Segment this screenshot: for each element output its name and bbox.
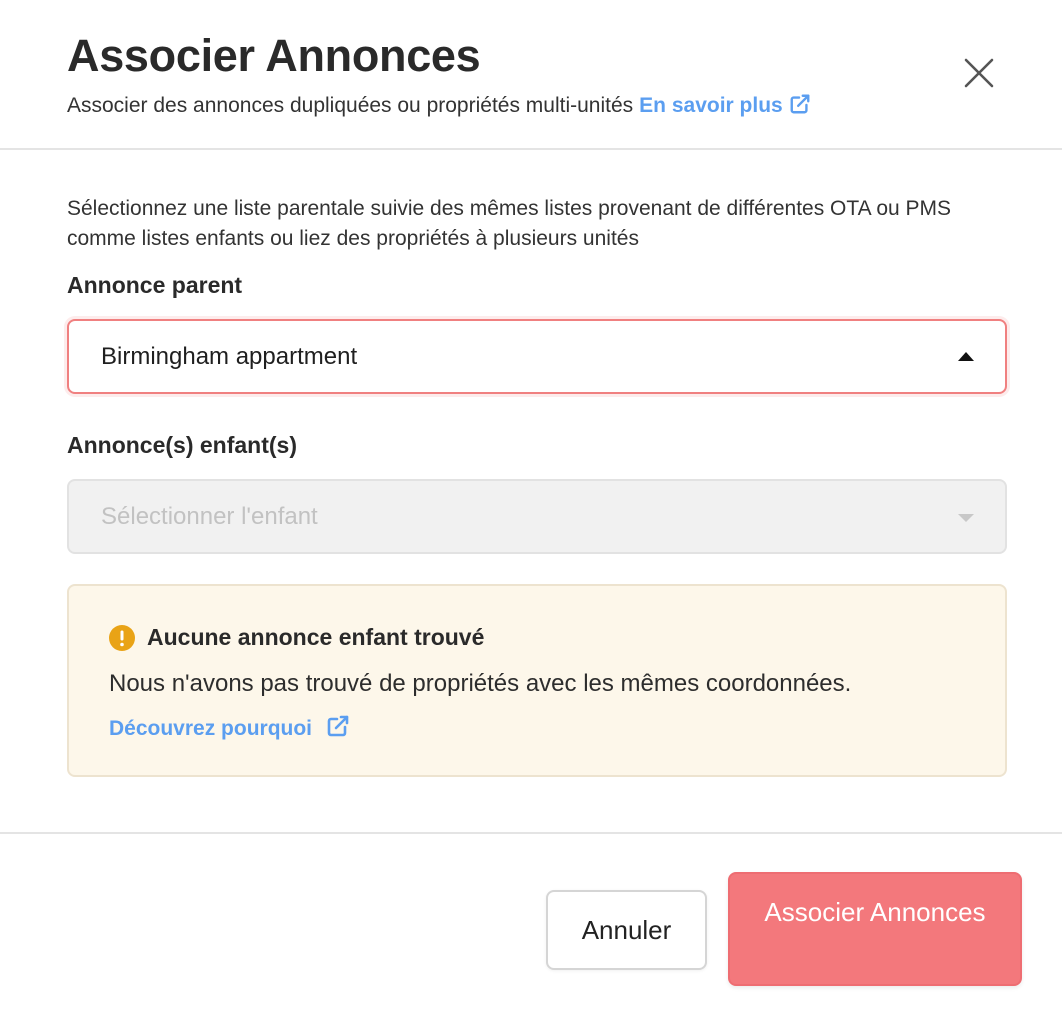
- parent-listing-value: Birmingham appartment: [101, 342, 358, 370]
- footer-divider: [0, 832, 1062, 834]
- modal-title: Associer Annonces: [67, 30, 481, 81]
- modal-header: Associer Annonces Associer des annonces …: [0, 0, 1062, 150]
- external-link-icon: [790, 94, 810, 114]
- associate-listings-button[interactable]: Associer Annonces: [728, 872, 1022, 986]
- close-button[interactable]: [960, 54, 998, 92]
- modal-subtitle: Associer des annonces dupliquées ou prop…: [67, 93, 811, 118]
- parent-listing-label: Annonce parent: [67, 272, 243, 298]
- close-icon: [964, 58, 994, 88]
- caret-down-icon: [958, 513, 974, 522]
- external-link-icon: [327, 715, 349, 737]
- no-child-alert: Aucune annonce enfant trouvé Nous n'avon…: [67, 584, 1007, 777]
- discover-why-link[interactable]: Découvrez pourquoi: [109, 714, 350, 741]
- associate-listings-modal: Associer Annonces Associer des annonces …: [0, 0, 1062, 1014]
- parent-listing-select[interactable]: Birmingham appartment: [67, 319, 1007, 394]
- discover-why-label: Découvrez pourquoi: [109, 717, 313, 740]
- alert-message: Nous n'avons pas trouvé de propriétés av…: [109, 670, 852, 697]
- subtitle-text: Associer des annonces dupliquées ou prop…: [67, 94, 634, 117]
- cancel-button[interactable]: Annuler: [546, 890, 707, 970]
- child-listing-select: Sélectionner l'enfant: [67, 479, 1007, 554]
- form-description: Sélectionnez une liste parentale suivie …: [67, 197, 952, 250]
- warning-icon: [109, 625, 135, 651]
- child-listing-placeholder: Sélectionner l'enfant: [101, 502, 318, 530]
- child-listing-label: Annonce(s) enfant(s): [67, 432, 297, 458]
- learn-more-link[interactable]: En savoir plus: [639, 94, 811, 117]
- alert-title: Aucune annonce enfant trouvé: [147, 624, 485, 650]
- caret-up-icon: [958, 351, 974, 361]
- learn-more-label: En savoir plus: [639, 94, 783, 117]
